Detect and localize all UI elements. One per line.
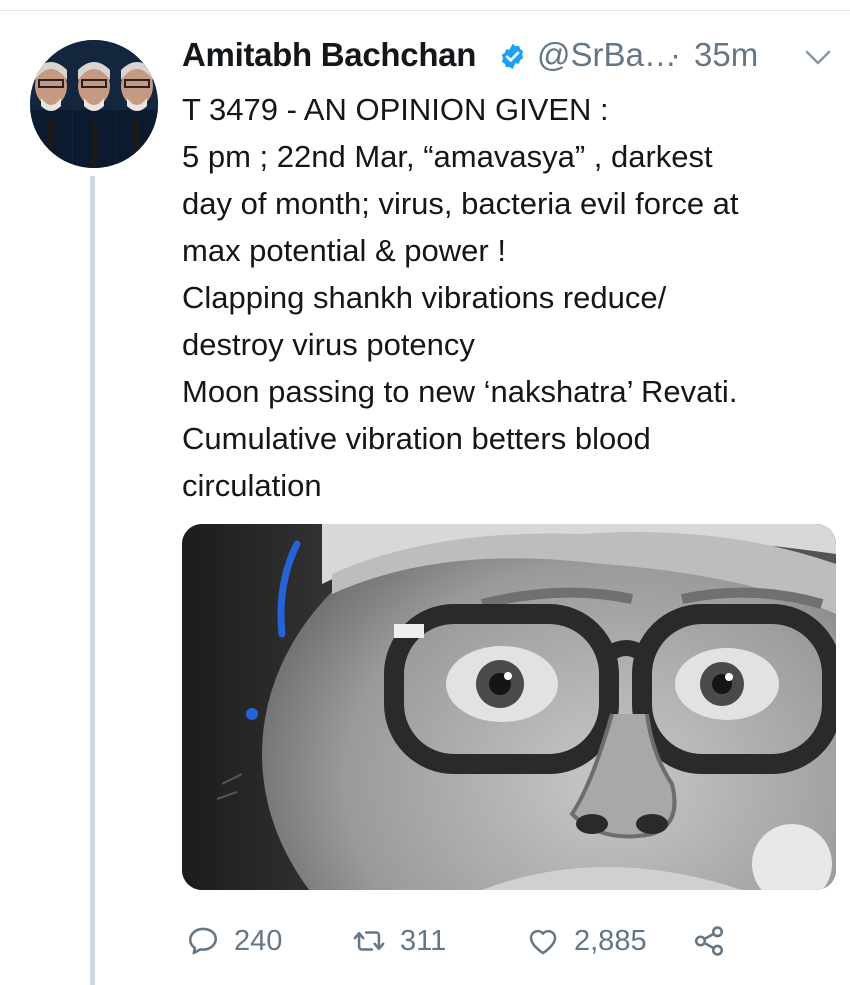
tweet-line: Clapping shankh vibrations reduce/ [182, 280, 667, 315]
like-button[interactable]: 2,885 [526, 916, 647, 966]
chevron-down-icon[interactable] [804, 48, 832, 68]
separator-dot: · [670, 36, 681, 73]
tweet-line: circulation [182, 468, 322, 503]
top-divider [0, 10, 850, 11]
thread-line [90, 176, 95, 985]
share-button[interactable] [692, 916, 726, 966]
tweet-line: 5 pm ; 22nd Mar, “amavasya” , darkest [182, 139, 713, 174]
tweet-text: T 3479 - AN OPINION GIVEN : 5 pm ; 22nd … [182, 86, 832, 509]
tweet-line: T 3479 - AN OPINION GIVEN : [182, 92, 609, 127]
verified-badge-icon [501, 43, 524, 70]
tweet-line: Moon passing to new ‘nakshatra’ Revati. [182, 374, 738, 409]
retweet-button[interactable]: 311 [352, 916, 446, 966]
author-name[interactable]: Amitabh Bachchan [182, 36, 476, 74]
tweet-time[interactable]: 35m [694, 36, 758, 74]
reply-button[interactable]: 240 [186, 916, 282, 966]
tweet-line: destroy virus potency [182, 327, 475, 362]
author-handle[interactable]: @SrBa… [537, 36, 677, 74]
tweet-header: Amitabh Bachchan @SrBa… · 35m [182, 34, 832, 80]
retweet-count: 311 [400, 924, 447, 957]
share-icon [694, 926, 724, 956]
heart-icon [529, 929, 557, 955]
tweet-line: Cumulative vibration betters blood [182, 421, 651, 456]
retweet-icon [353, 931, 385, 951]
tweet-line: max potential & power ! [182, 233, 506, 268]
tweet-image[interactable] [182, 524, 836, 890]
like-count: 2,885 [574, 924, 647, 957]
reply-icon [188, 927, 218, 955]
tweet-line: day of month; virus, bacteria evil force… [182, 186, 739, 221]
avatar[interactable] [30, 40, 158, 168]
tweet-actions: 240 311 2,885 [182, 916, 832, 966]
reply-count: 240 [234, 924, 283, 957]
